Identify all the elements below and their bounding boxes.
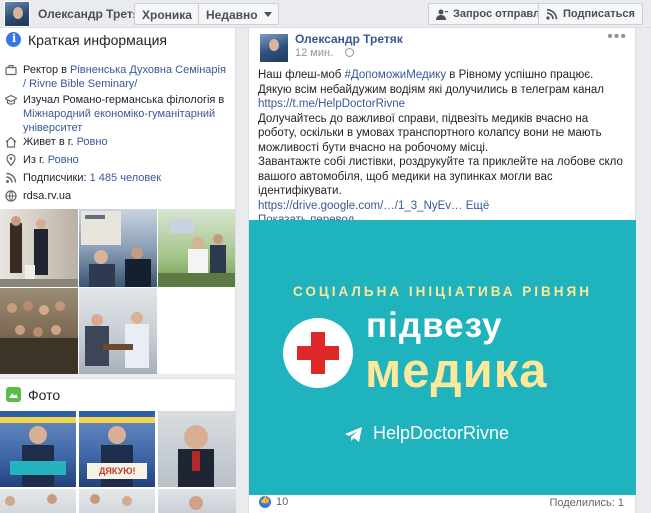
hashtag-link[interactable]: #ДопоможиМедику xyxy=(345,69,447,81)
photo-image xyxy=(158,219,235,287)
timeline-label: Хроника xyxy=(142,8,192,22)
subscribe-label: Подписаться xyxy=(563,8,635,20)
shares-count[interactable]: Поделились: 1 xyxy=(549,497,624,509)
like-icon xyxy=(259,495,271,508)
photo-image xyxy=(0,301,78,374)
photo-image xyxy=(90,494,132,506)
post-author-avatar[interactable] xyxy=(260,34,288,62)
photo-thumbnail[interactable] xyxy=(79,489,155,513)
photo-image xyxy=(189,496,203,510)
featured-photo[interactable] xyxy=(79,288,157,374)
profile-avatar[interactable] xyxy=(4,1,30,27)
post-image-banner[interactable]: СОЦІАЛЬНА ІНІЦІАТИВА РІВНЯН підвезу меди… xyxy=(249,220,636,495)
subscribe-button[interactable]: Подписаться xyxy=(538,3,643,25)
lives-in-link[interactable]: Ровно xyxy=(77,136,108,148)
photo-thumbnail[interactable] xyxy=(158,411,236,487)
website-link[interactable]: rdsa.rv.ua xyxy=(23,190,71,202)
photo-image xyxy=(85,312,149,368)
briefcase-icon xyxy=(5,64,17,76)
post-timestamp[interactable]: 12 мин. xyxy=(295,47,333,59)
photo-thumbnail[interactable]: ДЯКУЮ! xyxy=(79,411,155,487)
education-link[interactable]: Міжнародний економіко-гуманітарний уніве… xyxy=(23,108,215,134)
work-row: Ректор в Рівненська Духовна Семінарія / … xyxy=(5,63,230,91)
profile-name[interactable]: Олександр Третяк xyxy=(38,7,146,21)
telegram-icon xyxy=(345,427,362,442)
photo-caption: ДЯКУЮ! xyxy=(99,466,136,476)
rss-icon xyxy=(6,172,17,183)
intro-title: Краткая информация xyxy=(28,32,167,48)
banner-word-1: підвезу xyxy=(366,306,503,345)
post-paragraph: Долучайтесь до важливої справи, підвезіт… xyxy=(258,112,602,154)
post-card: Олександр Третяк 12 мин. ••• Наш флеш-мо… xyxy=(248,28,636,513)
featured-photo[interactable] xyxy=(0,288,78,374)
photo-icon xyxy=(6,387,21,402)
followers-prefix: Подписчики: xyxy=(23,172,90,184)
see-more-link[interactable]: Ещё xyxy=(466,200,490,212)
info-icon xyxy=(6,32,21,47)
followers-row: Подписчики: 1 485 человек xyxy=(5,171,230,185)
from-prefix: Из г. xyxy=(23,154,48,166)
photo-image xyxy=(5,494,57,506)
followers-link[interactable]: 1 485 человек xyxy=(90,172,161,184)
graduation-cap-icon xyxy=(5,94,17,105)
telegram-link[interactable]: https://t.me/HelpDoctorRivne xyxy=(258,98,405,110)
photos-card: Фото ДЯКУЮ! xyxy=(0,378,236,513)
reactions-count: 10 xyxy=(276,496,289,508)
featured-photo[interactable] xyxy=(158,209,235,287)
rss-icon xyxy=(546,9,558,20)
globe-icon xyxy=(345,48,354,57)
photo-image xyxy=(0,411,76,487)
lives-in-prefix: Живет в г. xyxy=(23,136,77,148)
location-pin-icon xyxy=(6,154,16,166)
cross-bar xyxy=(311,332,325,374)
from-link[interactable]: Ровно xyxy=(48,154,79,166)
lives-in-row: Живет в г. Ровно xyxy=(5,135,230,149)
education-row: Изучал Романо-германська філологія в Між… xyxy=(5,93,230,135)
drive-link[interactable]: https://drive.google.com/…/1_3_NyEv… xyxy=(258,200,463,212)
profile-top-bar: Олександр Третяк Хроника Недавно Запрос … xyxy=(0,0,651,28)
work-prefix: Ректор в xyxy=(23,64,71,76)
intro-card: Краткая информация Ректор в Рівненська Д… xyxy=(0,28,236,374)
banner-url: HelpDoctorRivne xyxy=(373,423,510,443)
photo-image xyxy=(0,216,78,287)
photo-thumbnail[interactable] xyxy=(158,489,236,513)
home-icon xyxy=(5,136,17,148)
education-prefix: Изучал Романо-германська філологія в xyxy=(23,94,225,106)
photo-image xyxy=(81,211,151,287)
post-text: Наш флеш-моб #ДопоможиМедику в Рівному у… xyxy=(258,68,630,228)
recent-dropdown[interactable]: Недавно xyxy=(198,3,279,25)
post-author-name[interactable]: Олександр Третяк xyxy=(295,32,403,46)
featured-photo[interactable] xyxy=(0,209,78,287)
photo-thumbnail[interactable] xyxy=(0,489,76,513)
photo-image xyxy=(178,425,214,487)
banner-tagline: СОЦІАЛЬНА ІНІЦІАТИВА РІВНЯН xyxy=(292,284,593,299)
more-options-icon[interactable]: ••• xyxy=(607,28,627,46)
featured-photo[interactable] xyxy=(158,288,235,374)
photos-title[interactable]: Фото xyxy=(28,387,60,403)
add-friend-icon xyxy=(436,9,448,20)
photo-thumbnail[interactable] xyxy=(0,411,76,487)
post-paragraph: Завантажте собі листівки, роздрукуйте та… xyxy=(258,156,623,197)
recent-label: Недавно xyxy=(206,8,258,22)
featured-photos xyxy=(0,209,235,374)
globe-icon xyxy=(5,190,17,202)
chevron-down-icon xyxy=(263,12,272,17)
website-row: rdsa.rv.ua xyxy=(5,189,230,203)
banner-word-2: медика xyxy=(365,344,548,398)
featured-photo[interactable] xyxy=(79,209,157,287)
post-text-part: Наш флеш-моб xyxy=(258,69,345,81)
from-row: Из г. Ровно xyxy=(5,153,230,167)
